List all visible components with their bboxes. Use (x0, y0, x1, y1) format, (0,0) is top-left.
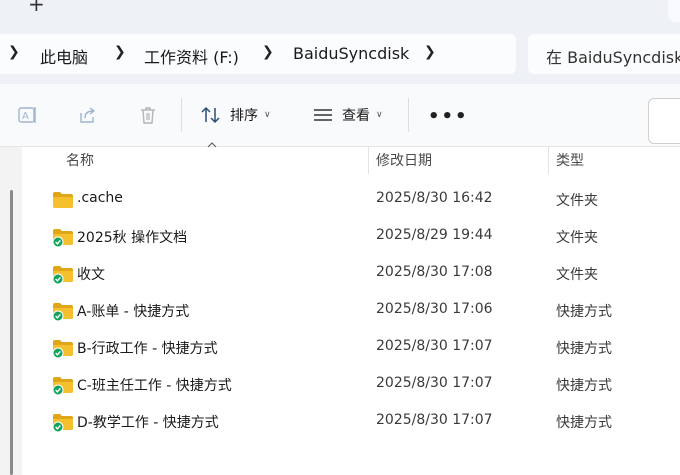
command-bar: A 排序 ∨ 查看 ∨ ••• (0, 84, 680, 147)
new-tab-button[interactable]: + (28, 0, 45, 14)
file-type: 快捷方式 (556, 415, 612, 431)
file-row[interactable]: 收文 2025/8/30 17:08 文件夹 (22, 255, 680, 292)
file-type: 快捷方式 (556, 378, 612, 394)
chevron-right-icon[interactable]: ❯ (114, 44, 126, 60)
synced-folder-icon (52, 303, 73, 321)
file-modified-date: 2025/8/29 19:44 (376, 227, 493, 243)
file-row[interactable]: .cache 2025/8/30 16:42 文件夹 (22, 181, 680, 218)
folder-icon (53, 192, 73, 208)
file-name: .cache (77, 190, 123, 206)
search-placeholder: 在 BaiduSyncdisk (546, 48, 680, 67)
file-name: 收文 (77, 267, 105, 283)
synced-folder-icon (52, 266, 73, 284)
toolbar-divider (408, 98, 409, 132)
breadcrumb-drive[interactable]: 工作资料 (F:) (144, 44, 239, 68)
sort-button[interactable]: 排序 ∨ (200, 102, 271, 128)
file-name: A-账单 - 快捷方式 (77, 304, 190, 320)
rename-icon[interactable]: A (17, 104, 39, 126)
chevron-right-icon[interactable]: ❯ (262, 44, 274, 60)
file-name: B-行政工作 - 快捷方式 (77, 341, 218, 357)
svg-text:A: A (22, 111, 29, 122)
search-box[interactable]: 在 BaiduSyncdisk (528, 34, 680, 74)
file-row[interactable]: D-教学工作 - 快捷方式 2025/8/30 17:07 快捷方式 (22, 403, 680, 440)
breadcrumb-folder[interactable]: BaiduSyncdisk (293, 44, 409, 63)
synced-folder-icon (52, 377, 73, 395)
sort-label: 排序 (230, 108, 258, 124)
synced-folder-icon (52, 340, 73, 358)
navigation-scrollbar[interactable] (10, 190, 13, 475)
file-name: C-班主任工作 - 快捷方式 (77, 378, 232, 394)
file-row[interactable]: C-班主任工作 - 快捷方式 2025/8/30 17:07 快捷方式 (22, 366, 680, 403)
synced-folder-icon (52, 229, 73, 247)
file-name: 2025秋 操作文档 (77, 230, 188, 246)
details-pane-button[interactable] (648, 98, 680, 144)
chevron-down-icon: ∨ (376, 110, 383, 120)
file-row[interactable]: B-行政工作 - 快捷方式 2025/8/30 17:07 快捷方式 (22, 329, 680, 366)
file-modified-date: 2025/8/30 17:07 (376, 338, 493, 354)
column-header-type[interactable]: 类型 (556, 150, 584, 170)
active-tab-edge[interactable] (668, 0, 680, 22)
file-row[interactable]: A-账单 - 快捷方式 2025/8/30 17:06 快捷方式 (22, 292, 680, 329)
view-button[interactable]: 查看 ∨ (312, 102, 383, 128)
view-label: 查看 (342, 108, 370, 124)
sort-icon (201, 106, 220, 124)
file-type: 快捷方式 (556, 341, 612, 357)
tab-bar: + (0, 0, 680, 22)
chevron-down-icon: ∨ (264, 110, 271, 120)
more-options-button[interactable]: ••• (428, 106, 469, 127)
file-type: 文件夹 (556, 193, 598, 209)
toolbar-divider (181, 98, 182, 132)
file-modified-date: 2025/8/30 17:07 (376, 375, 493, 391)
delete-icon[interactable] (137, 104, 159, 126)
synced-folder-icon (52, 414, 73, 432)
file-type: 文件夹 (556, 267, 598, 283)
file-modified-date: 2025/8/30 17:07 (376, 412, 493, 428)
column-divider[interactable] (368, 146, 369, 174)
file-row[interactable]: 2025秋 操作文档 2025/8/29 19:44 文件夹 (22, 218, 680, 255)
share-icon[interactable] (77, 104, 99, 126)
breadcrumb-this-pc[interactable]: 此电脑 (40, 44, 88, 68)
chevron-right-icon[interactable]: ❯ (8, 44, 20, 60)
file-type: 快捷方式 (556, 304, 612, 320)
view-icon (314, 109, 332, 121)
column-header-date[interactable]: 修改日期 (376, 150, 432, 170)
column-header-name[interactable]: 名称 (66, 150, 94, 170)
column-divider[interactable] (548, 146, 549, 174)
file-type: 文件夹 (556, 230, 598, 246)
file-modified-date: 2025/8/30 17:06 (376, 301, 493, 317)
file-name: D-教学工作 - 快捷方式 (77, 415, 219, 431)
sort-ascending-icon (207, 142, 217, 148)
address-row: ❯ 此电脑 ❯ 工作资料 (F:) ❯ BaiduSyncdisk ❯ 在 Ba… (0, 22, 680, 84)
file-modified-date: 2025/8/30 17:08 (376, 264, 493, 280)
chevron-right-icon[interactable]: ❯ (424, 44, 436, 60)
file-modified-date: 2025/8/30 16:42 (376, 190, 493, 206)
